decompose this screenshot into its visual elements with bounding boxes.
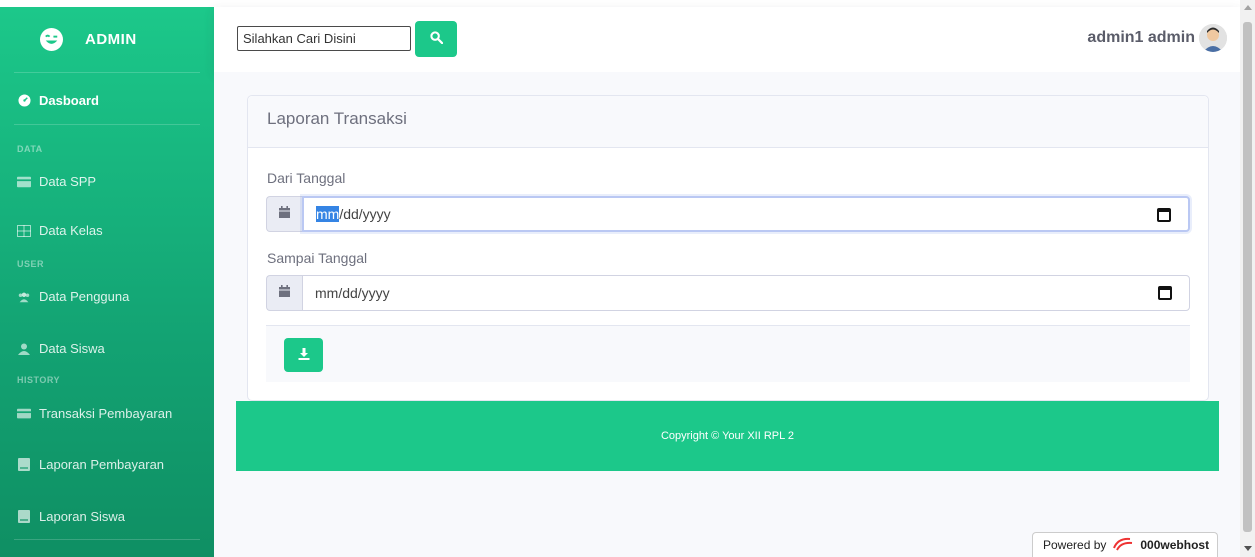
- from-date-group: mm/dd/yyyy: [266, 196, 1190, 232]
- to-date-input[interactable]: mm/dd/yyyy: [302, 275, 1190, 311]
- calendar-addon: [266, 275, 302, 311]
- calendar-icon: [279, 284, 290, 302]
- powered-by-badge[interactable]: Powered by 000webhost: [1032, 532, 1218, 557]
- date-rest-segment: /dd/yyyy: [339, 206, 391, 222]
- date-placeholder: mm/dd/yyyy: [315, 285, 390, 301]
- sidebar-item-data-siswa[interactable]: Data Siswa: [17, 341, 105, 356]
- footer-bar: Copyright © Your XII RPL 2: [236, 401, 1219, 471]
- scroll-down-icon[interactable]: [1244, 546, 1252, 551]
- download-icon: [298, 347, 310, 363]
- sidebar-item-dasboard[interactable]: Dasboard: [17, 93, 99, 108]
- sidebar-heading-data: DATA: [17, 144, 43, 154]
- from-date-input[interactable]: mm/dd/yyyy: [302, 196, 1190, 232]
- card-title: Laporan Transaksi: [248, 96, 1208, 148]
- from-date-label: Dari Tanggal: [267, 170, 346, 186]
- sidebar-brand[interactable]: ADMIN: [0, 7, 214, 72]
- sidebar-divider: [14, 539, 200, 540]
- calendar-addon: [266, 196, 302, 232]
- sidebar-item-data-spp[interactable]: Data SPP: [17, 174, 96, 189]
- laugh-wink-icon: [40, 28, 63, 51]
- user-icon: [17, 343, 31, 355]
- search-input[interactable]: [237, 26, 411, 51]
- table-icon: [17, 224, 31, 237]
- sidebar-item-label: Dasboard: [39, 93, 99, 108]
- sidebar-item-label: Data Pengguna: [39, 289, 130, 304]
- card-footer: [266, 325, 1190, 382]
- avatar[interactable]: [1199, 24, 1227, 52]
- sidebar-item-transaksi-pembayaran[interactable]: Transaksi Pembayaran: [17, 406, 172, 421]
- sidebar-item-label: Laporan Pembayaran: [39, 457, 165, 472]
- topbar: admin1 admin: [214, 7, 1240, 72]
- sidebar-item-label: Data Siswa: [39, 341, 105, 356]
- card-icon: [17, 176, 31, 188]
- sidebar-divider: [14, 124, 200, 125]
- sidebar-heading-user: USER: [17, 259, 45, 269]
- users-icon: [17, 291, 31, 303]
- sidebar-item-label: Transaksi Pembayaran: [39, 406, 173, 421]
- search-button[interactable]: [415, 21, 457, 57]
- sidebar-item-label: Data SPP: [39, 174, 97, 189]
- search-icon: [429, 31, 443, 47]
- sidebar-item-laporan-siswa[interactable]: Laporan Siswa: [17, 509, 125, 524]
- money-icon: [17, 408, 31, 420]
- sidebar-item-laporan-pembayaran[interactable]: Laporan Pembayaran: [17, 457, 164, 472]
- powered-brand: 000webhost: [1140, 538, 1210, 552]
- main-content: Laporan Transaksi Dari Tanggal mm/dd/yyy…: [214, 72, 1240, 557]
- calendar-icon: [279, 205, 290, 223]
- brand-text: ADMIN: [85, 31, 137, 48]
- scrollbar-thumb[interactable]: [1243, 22, 1252, 532]
- powered-prefix: Powered by: [1043, 538, 1107, 552]
- sidebar-divider: [14, 72, 200, 73]
- sidebar-item-label: Data Kelas: [39, 223, 103, 238]
- top-strip: [0, 0, 1255, 7]
- dashboard-icon: [17, 94, 31, 107]
- calendar-picker-icon[interactable]: [1157, 208, 1171, 222]
- sidebar-heading-history: HISTORY: [17, 375, 61, 385]
- to-date-label: Sampai Tanggal: [267, 250, 368, 266]
- page-scrollbar[interactable]: [1240, 0, 1255, 557]
- sidebar-item-label: Laporan Siswa: [39, 509, 125, 524]
- report-card: Laporan Transaksi Dari Tanggal mm/dd/yyy…: [247, 95, 1209, 401]
- copyright-text: Copyright © Your XII RPL 2: [660, 430, 795, 442]
- sidebar-item-data-kelas[interactable]: Data Kelas: [17, 223, 103, 238]
- webhost-logo-icon: [1112, 536, 1134, 555]
- date-month-segment: mm: [316, 206, 340, 222]
- sidebar-item-data-pengguna[interactable]: Data Pengguna: [17, 289, 129, 304]
- book-icon: [17, 510, 31, 523]
- download-button[interactable]: [284, 338, 323, 372]
- to-date-group: mm/dd/yyyy: [266, 275, 1190, 311]
- calendar-picker-icon[interactable]: [1158, 286, 1172, 300]
- user-name[interactable]: admin1 admin: [1087, 29, 1195, 47]
- scroll-up-icon[interactable]: [1244, 5, 1252, 10]
- book-icon: [17, 458, 31, 471]
- sidebar: ADMIN Dasboard DATA Data SPP Data Kelas …: [0, 7, 214, 557]
